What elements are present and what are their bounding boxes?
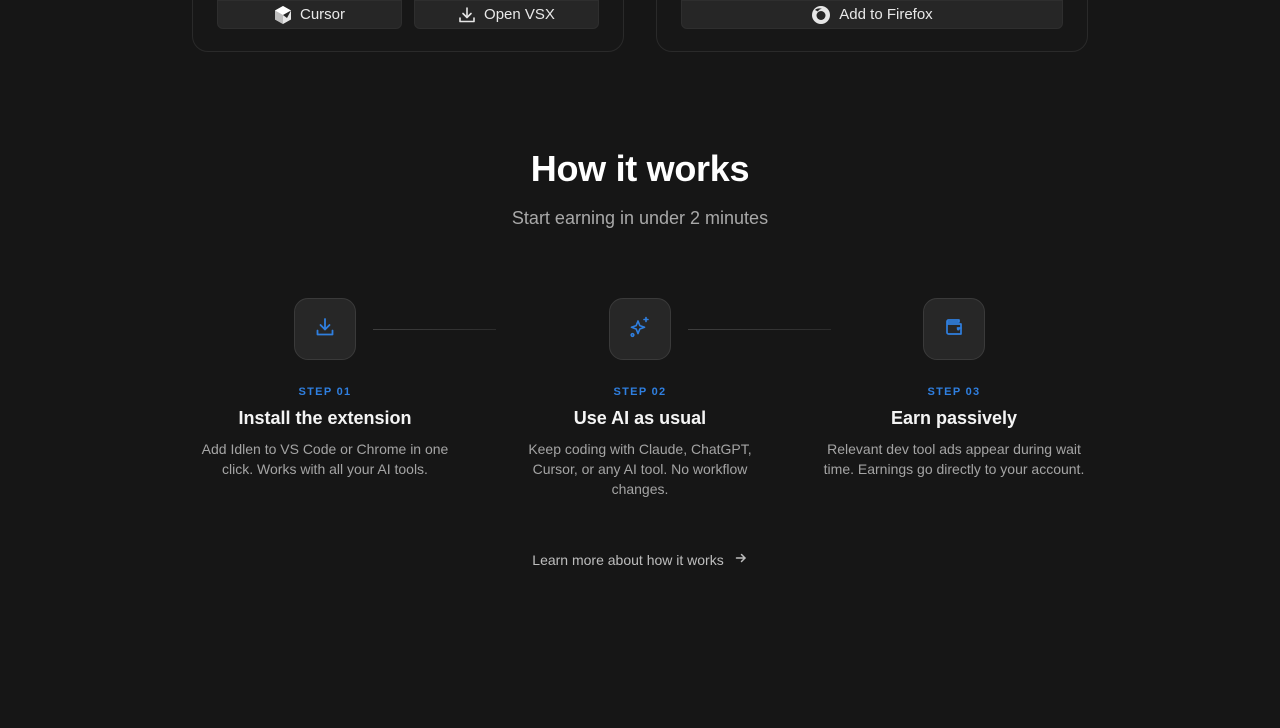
learn-more-link[interactable]: Learn more about how it works bbox=[532, 551, 747, 568]
cursor-install-button[interactable]: Cursor bbox=[217, 0, 402, 29]
step-icon-box bbox=[294, 298, 356, 360]
step-icon-box bbox=[609, 298, 671, 360]
step-title: Earn passively bbox=[890, 408, 1018, 428]
step-description: Keep coding with Claude, ChatGPT, Cursor… bbox=[528, 441, 752, 497]
step-description: Add Idlen to VS Code or Chrome in one cl… bbox=[201, 441, 449, 477]
step-number-label: STEP 02 bbox=[613, 386, 667, 398]
sparkles-icon bbox=[628, 315, 652, 344]
step-title: Install the extension bbox=[238, 408, 412, 428]
step-card-install: STEP 01 Install the extension Add Idlen … bbox=[190, 298, 460, 479]
step-number-label: STEP 03 bbox=[927, 386, 981, 398]
firefox-install-button[interactable]: Add to Firefox bbox=[681, 0, 1063, 29]
arrow-right-icon bbox=[734, 551, 748, 568]
how-it-works-title: How it works bbox=[530, 148, 750, 189]
step-card-use-ai: STEP 02 Use AI as usual Keep coding with… bbox=[505, 298, 775, 499]
learn-more-label: Learn more about how it works bbox=[532, 551, 724, 568]
openvsx-install-label: Open VSX bbox=[484, 6, 555, 23]
learn-more-row: Learn more about how it works bbox=[0, 551, 1280, 568]
cursor-install-label: Cursor bbox=[299, 6, 345, 23]
wallet-icon bbox=[943, 316, 965, 343]
download-icon bbox=[314, 316, 336, 343]
firefox-logo-icon bbox=[811, 5, 831, 25]
page: Cursor Open VSX Add to Firefox How it wo… bbox=[0, 0, 1280, 728]
step-description: Relevant dev tool ads appear during wait… bbox=[823, 441, 1085, 477]
openvsx-install-button[interactable]: Open VSX bbox=[414, 0, 599, 29]
download-icon bbox=[458, 6, 476, 24]
step-icon-box bbox=[923, 298, 985, 360]
step-card-earn: STEP 03 Earn passively Relevant dev tool… bbox=[819, 298, 1089, 479]
step-title: Use AI as usual bbox=[573, 408, 707, 428]
cursor-logo-icon bbox=[274, 5, 292, 25]
how-it-works-subtitle: Start earning in under 2 minutes bbox=[511, 208, 769, 228]
step-number-label: STEP 01 bbox=[298, 386, 352, 398]
firefox-install-label: Add to Firefox bbox=[839, 6, 933, 23]
